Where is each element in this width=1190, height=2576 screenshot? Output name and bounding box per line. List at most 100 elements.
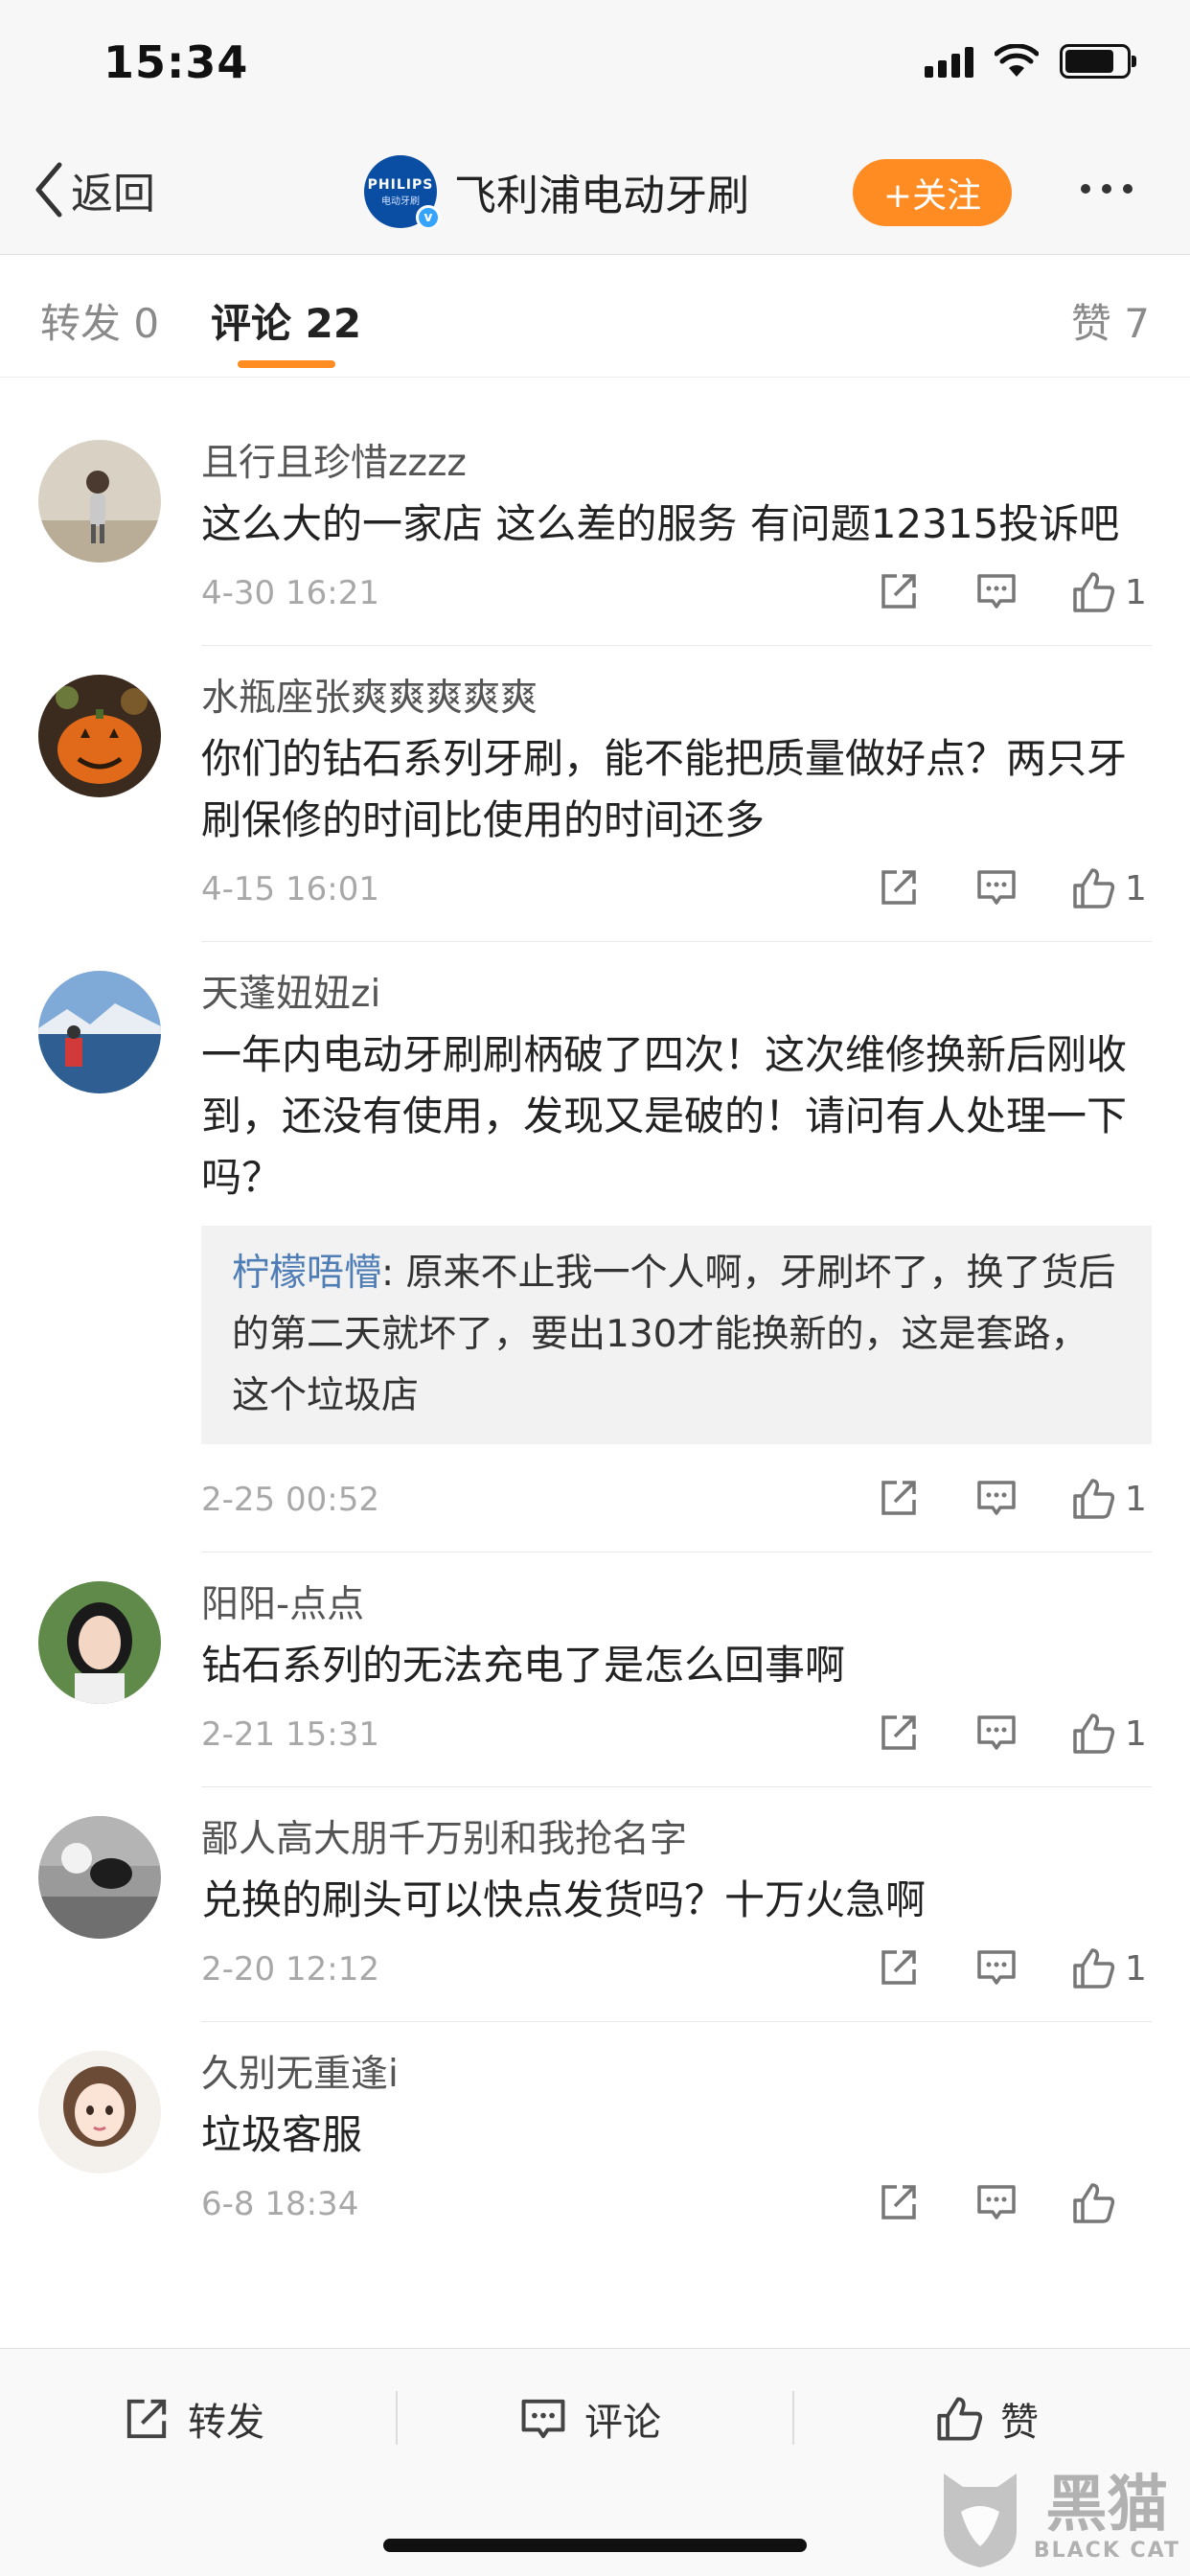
tab-like[interactable]: 赞 7 bbox=[1071, 291, 1150, 350]
wifi-icon bbox=[995, 44, 1039, 77]
like-button[interactable]: 1 bbox=[1071, 570, 1147, 614]
comment-text: 钻石系列的无法充电了是怎么回事啊 bbox=[201, 1642, 846, 1689]
cat-logo-icon bbox=[943, 2473, 1017, 2567]
tab-bar: 转发 0 评论 22 赞 7 bbox=[0, 255, 1190, 378]
divider bbox=[792, 2391, 794, 2445]
chevron-left-icon bbox=[35, 162, 62, 218]
back-button[interactable]: 返回 bbox=[33, 159, 155, 220]
comment-date: 2-20 12:12 bbox=[201, 1950, 379, 1989]
like-label: 赞 bbox=[1000, 2401, 1039, 2445]
like-button[interactable]: 1 bbox=[1071, 866, 1147, 910]
avatar[interactable] bbox=[38, 1816, 161, 1939]
thumbs-up-icon bbox=[1073, 572, 1115, 612]
comment-icon[interactable] bbox=[975, 1946, 1018, 1992]
home-indicator[interactable] bbox=[383, 2539, 807, 2552]
status-icons bbox=[925, 44, 1136, 79]
comment-list[interactable]: 且行且珍惜zzzz 这么大的一家店 这么差的服务 有问题12315投诉吧 4-3… bbox=[0, 379, 1190, 2348]
black-cat-watermark: 黑猫 BLACK CAT bbox=[934, 2464, 1180, 2569]
like-count: 1 bbox=[1125, 1479, 1147, 1519]
like-count: 1 bbox=[1125, 1714, 1147, 1754]
comment-text: 兑换的刷头可以快点发货吗？十万火急啊 bbox=[201, 1876, 927, 1923]
comment-icon bbox=[521, 2399, 565, 2439]
comment-date: 4-30 16:21 bbox=[201, 574, 379, 612]
comment-username[interactable]: 天蓬妞妞zi bbox=[201, 971, 1152, 1019]
comment-text: 这么大的一家店 这么差的服务 有问题12315投诉吧 bbox=[201, 500, 1120, 547]
thumbs-up-icon bbox=[937, 2397, 983, 2441]
battery-icon bbox=[1060, 44, 1136, 79]
comment-username[interactable]: 水瓶座张爽爽爽爽爽 bbox=[201, 675, 1152, 723]
like-button[interactable]: 1 bbox=[1071, 1712, 1147, 1756]
comment-item: 天蓬妞妞zi 一年内电动牙刷刷柄破了四次！这次维修换新后刚收到，还没有使用，发现… bbox=[0, 942, 1190, 1552]
follow-button[interactable]: +关注 bbox=[853, 159, 1012, 226]
comment-date: 2-21 15:31 bbox=[201, 1715, 379, 1754]
active-tab-indicator bbox=[238, 360, 335, 368]
share-icon bbox=[126, 2399, 167, 2439]
avatar[interactable] bbox=[38, 971, 161, 1093]
comment-date: 6-8 18:34 bbox=[201, 2185, 359, 2223]
comment-label: 评论 bbox=[584, 2401, 661, 2445]
share-icon[interactable] bbox=[878, 1477, 920, 1523]
divider bbox=[396, 2391, 398, 2445]
comment-text: 一年内电动牙刷刷柄破了四次！这次维修换新后刚收到，还没有使用，发现又是破的！请问… bbox=[201, 1031, 1128, 1201]
comment-username[interactable]: 且行且珍惜zzzz bbox=[201, 440, 1152, 488]
share-icon[interactable] bbox=[878, 866, 920, 912]
like-button[interactable]: 1 bbox=[1071, 1477, 1147, 1521]
status-bar: 15:34 bbox=[0, 0, 1190, 134]
repost-button[interactable]: 转发 bbox=[123, 2391, 264, 2447]
repost-label: 转发 bbox=[188, 2401, 264, 2445]
like-button[interactable]: 赞 bbox=[935, 2391, 1039, 2447]
more-options-icon[interactable] bbox=[1081, 184, 1133, 194]
comment-icon[interactable] bbox=[975, 1712, 1018, 1758]
thumbs-up-icon bbox=[1073, 1479, 1115, 1519]
share-icon[interactable] bbox=[878, 570, 920, 616]
watermark-text: 黑猫 bbox=[1045, 2469, 1169, 2541]
comment-icon[interactable] bbox=[975, 866, 1018, 912]
tab-comment[interactable]: 评论 22 bbox=[211, 291, 361, 350]
comment-username[interactable]: 阳阳-点点 bbox=[201, 1581, 1152, 1629]
watermark-subtext: BLACK CAT bbox=[1033, 2538, 1180, 2563]
avatar[interactable] bbox=[38, 2051, 161, 2174]
status-time: 15:34 bbox=[103, 36, 249, 88]
share-icon[interactable] bbox=[878, 2181, 920, 2227]
share-icon[interactable] bbox=[878, 1712, 920, 1758]
comment-icon[interactable] bbox=[975, 1477, 1018, 1523]
back-label: 返回 bbox=[71, 170, 155, 218]
comment-date: 4-15 16:01 bbox=[201, 870, 379, 908]
like-button[interactable]: 1 bbox=[1071, 1946, 1147, 1990]
verified-badge-icon: v bbox=[416, 205, 441, 230]
reply-box[interactable]: 柠檬唔懵: 原来不止我一个人啊，牙刷坏了，换了货后的第二天就坏了，要出130才能… bbox=[201, 1226, 1152, 1444]
comment-item: 阳阳-点点 钻石系列的无法充电了是怎么回事啊 2-21 15:31 1 bbox=[0, 1552, 1190, 1787]
thumbs-up-icon bbox=[1073, 2183, 1115, 2223]
comment-item: 久别无重逢i 垃圾客服 6-8 18:34 bbox=[0, 2022, 1190, 2241]
like-count: 1 bbox=[1125, 572, 1147, 612]
thumbs-up-icon bbox=[1073, 1714, 1115, 1754]
account-header[interactable]: PHILIPS 电动牙刷 v 飞利浦电动牙刷 bbox=[364, 155, 749, 230]
comment-username[interactable]: 久别无重逢i bbox=[201, 2051, 1152, 2099]
comment-text: 你们的钻石系列牙刷，能不能把质量做好点？两只牙刷保修的时间比使用的时间还多 bbox=[201, 735, 1128, 843]
avatar[interactable] bbox=[38, 675, 161, 797]
thumbs-up-icon bbox=[1073, 868, 1115, 908]
reply-username[interactable]: 柠檬唔懵 bbox=[232, 1252, 381, 1295]
avatar[interactable] bbox=[38, 1581, 161, 1704]
share-icon[interactable] bbox=[878, 1946, 920, 1992]
tab-repost[interactable]: 转发 0 bbox=[40, 291, 159, 350]
signal-icon bbox=[925, 45, 973, 78]
brand-avatar[interactable]: PHILIPS 电动牙刷 v bbox=[364, 155, 441, 230]
thumbs-up-icon bbox=[1073, 1948, 1115, 1989]
nav-bar: 返回 PHILIPS 电动牙刷 v 飞利浦电动牙刷 +关注 bbox=[0, 134, 1190, 255]
page-title: 飞利浦电动牙刷 bbox=[454, 172, 749, 220]
comment-item: 水瓶座张爽爽爽爽爽 你们的钻石系列牙刷，能不能把质量做好点？两只牙刷保修的时间比… bbox=[0, 646, 1190, 942]
like-count: 1 bbox=[1125, 868, 1147, 908]
comment-text: 垃圾客服 bbox=[201, 2111, 363, 2158]
comment-username[interactable]: 鄙人高大朋千万别和我抢名字 bbox=[201, 1816, 1152, 1864]
bottom-action-bar: 转发 评论 赞 黑猫 BLACK CAT bbox=[0, 2348, 1190, 2576]
logo-text: PHILIPS bbox=[367, 176, 434, 193]
comment-icon[interactable] bbox=[975, 570, 1018, 616]
avatar[interactable] bbox=[38, 440, 161, 563]
comment-date: 2-25 00:52 bbox=[201, 1481, 379, 1519]
like-button[interactable] bbox=[1071, 2181, 1125, 2225]
like-count: 1 bbox=[1125, 1948, 1147, 1989]
logo-subtext: 电动牙刷 bbox=[381, 196, 420, 207]
comment-icon[interactable] bbox=[975, 2181, 1018, 2227]
comment-button[interactable]: 评论 bbox=[519, 2391, 661, 2447]
